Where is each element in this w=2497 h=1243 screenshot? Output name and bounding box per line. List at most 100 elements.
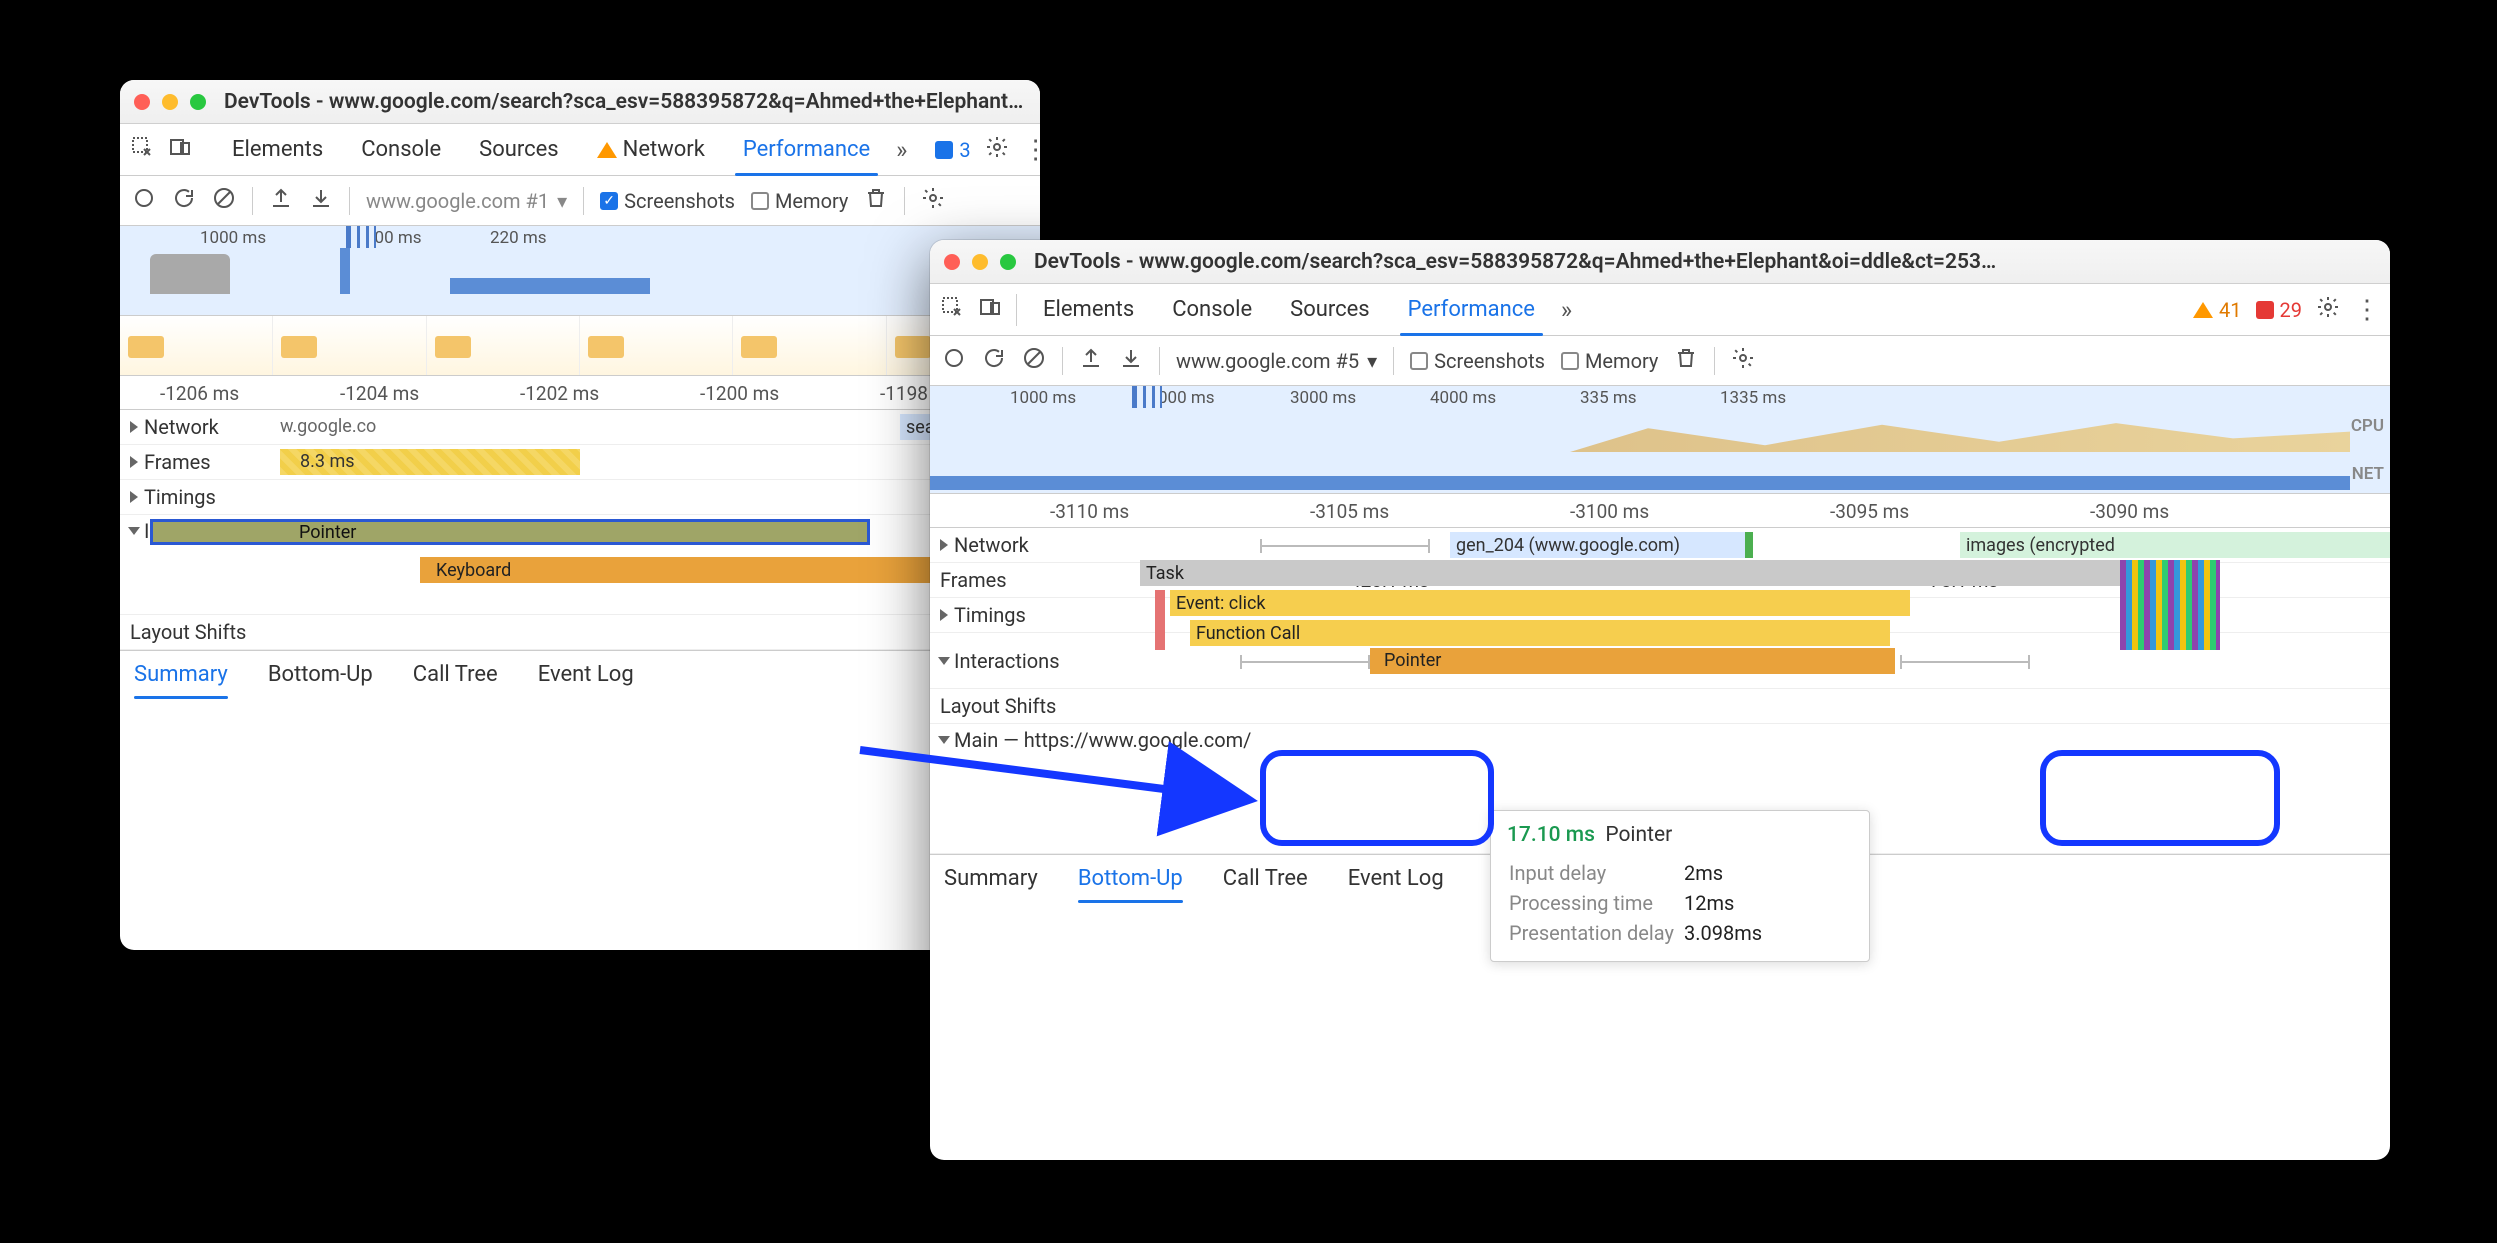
toolbar-gear-icon[interactable] bbox=[921, 186, 945, 215]
interaction-tooltip: 17.10 ms Pointer Input delay2ms Processi… bbox=[1490, 810, 1870, 962]
tab-sources[interactable]: Sources bbox=[1278, 284, 1382, 335]
close-icon[interactable] bbox=[944, 254, 960, 270]
tab-bottomup[interactable]: Bottom-Up bbox=[268, 662, 373, 687]
track-network[interactable]: Network gen_204 (www.google.com) images … bbox=[930, 528, 2390, 563]
detail-tabs: Summary Bottom-Up Call Tree Event Log bbox=[120, 650, 1040, 698]
warning-icon bbox=[597, 142, 617, 158]
tab-network[interactable]: Network bbox=[585, 124, 717, 175]
screenshots-checkbox[interactable]: ✓Screenshots bbox=[600, 189, 735, 213]
flame-task[interactable]: Task bbox=[1140, 560, 2220, 586]
zoom-icon[interactable] bbox=[1000, 254, 1016, 270]
flame-function-call[interactable]: Function Call bbox=[1190, 620, 1890, 646]
warnings-badge[interactable]: 41 bbox=[2193, 298, 2241, 322]
tab-elements[interactable]: Elements bbox=[220, 124, 335, 175]
checkbox-icon bbox=[751, 192, 769, 210]
tracks-panel: Network w.google.co search (www Frames 8… bbox=[120, 410, 1040, 650]
tab-sources[interactable]: Sources bbox=[467, 124, 571, 175]
tab-eventlog[interactable]: Event Log bbox=[1348, 866, 1444, 891]
more-tabs-icon[interactable]: » bbox=[1561, 296, 1572, 324]
issues-badge[interactable]: 3 bbox=[935, 138, 970, 162]
tab-summary[interactable]: Summary bbox=[134, 662, 228, 687]
trash-icon[interactable] bbox=[864, 186, 888, 215]
tab-bottomup[interactable]: Bottom-Up bbox=[1078, 866, 1183, 891]
upload-icon[interactable] bbox=[1079, 346, 1103, 375]
device-toggle-icon[interactable] bbox=[168, 135, 192, 165]
devtools-window-a: DevTools - www.google.com/search?sca_esv… bbox=[120, 80, 1040, 950]
tab-eventlog[interactable]: Event Log bbox=[538, 662, 634, 687]
time-ruler[interactable]: -1206 ms -1204 ms -1202 ms -1200 ms -119… bbox=[120, 376, 1040, 410]
download-icon[interactable] bbox=[1119, 346, 1143, 375]
trash-icon[interactable] bbox=[1674, 346, 1698, 375]
minimize-icon[interactable] bbox=[972, 254, 988, 270]
download-icon[interactable] bbox=[309, 186, 333, 215]
record-icon[interactable] bbox=[132, 186, 156, 215]
more-tabs-icon[interactable]: » bbox=[896, 136, 907, 164]
chevron-down-icon: ▾ bbox=[557, 189, 567, 213]
track-frames[interactable]: Frames 8.3 ms bbox=[120, 445, 1040, 480]
profile-selector[interactable]: www.google.com #5 ▾ bbox=[1176, 349, 1377, 373]
reload-icon[interactable] bbox=[172, 186, 196, 215]
tab-console[interactable]: Console bbox=[1160, 284, 1264, 335]
tab-elements[interactable]: Elements bbox=[1031, 284, 1146, 335]
tab-calltree[interactable]: Call Tree bbox=[413, 662, 498, 687]
gear-icon[interactable] bbox=[2316, 295, 2340, 325]
checkbox-icon: ✓ bbox=[600, 192, 618, 210]
overview-timeline[interactable]: 1000 ms 000 ms 3000 ms 4000 ms 335 ms 13… bbox=[930, 386, 2390, 494]
track-timings[interactable]: Timings bbox=[120, 480, 1040, 515]
perf-toolbar: www.google.com #5 ▾ Screenshots Memory bbox=[930, 336, 2390, 386]
issues-icon bbox=[935, 141, 953, 159]
zoom-icon[interactable] bbox=[190, 94, 206, 110]
track-layout-shifts[interactable]: Layout Shifts bbox=[930, 689, 2390, 724]
chevron-down-icon: ▾ bbox=[1367, 349, 1377, 373]
memory-checkbox[interactable]: Memory bbox=[1561, 349, 1658, 373]
traffic-lights[interactable] bbox=[134, 94, 206, 110]
filmstrip[interactable] bbox=[120, 316, 1040, 376]
interaction-pointer-bar[interactable]: Pointer bbox=[150, 519, 870, 545]
device-toggle-icon[interactable] bbox=[978, 295, 1002, 325]
toolbar-gear-icon[interactable] bbox=[1731, 346, 1755, 375]
reload-icon[interactable] bbox=[982, 346, 1006, 375]
errors-badge[interactable]: 29 bbox=[2256, 298, 2302, 322]
clear-icon[interactable] bbox=[1022, 346, 1046, 375]
panel-tabs: Elements Console Sources Performance » 4… bbox=[930, 284, 2390, 336]
screenshots-checkbox[interactable]: Screenshots bbox=[1410, 349, 1545, 373]
time-ruler[interactable]: -3110 ms -3105 ms -3100 ms -3095 ms -309… bbox=[930, 494, 2390, 528]
tracks-panel: Network gen_204 (www.google.com) images … bbox=[930, 528, 2390, 854]
kebab-icon[interactable]: ⋮ bbox=[2354, 295, 2380, 325]
network-bar-2[interactable]: images (encrypted bbox=[1960, 532, 2390, 558]
kebab-icon[interactable]: ⋮ bbox=[1023, 135, 1040, 165]
track-layout-shifts[interactable]: Layout Shifts bbox=[120, 615, 1040, 650]
upload-icon[interactable] bbox=[269, 186, 293, 215]
tab-performance[interactable]: Performance bbox=[1396, 284, 1547, 335]
gear-icon[interactable] bbox=[985, 135, 1009, 165]
overview-timeline[interactable]: 1000 ms 000 ms 220 ms bbox=[120, 226, 1040, 316]
inspect-icon[interactable] bbox=[130, 135, 154, 165]
tab-calltree[interactable]: Call Tree bbox=[1223, 866, 1308, 891]
memory-checkbox[interactable]: Memory bbox=[751, 189, 848, 213]
profile-selector[interactable]: www.google.com #1 ▾ bbox=[366, 189, 567, 213]
devtools-window-b: DevTools - www.google.com/search?sca_esv… bbox=[930, 240, 2390, 1160]
track-network[interactable]: Network w.google.co search (www bbox=[120, 410, 1040, 445]
minimize-icon[interactable] bbox=[162, 94, 178, 110]
traffic-lights[interactable] bbox=[944, 254, 1016, 270]
network-bar[interactable]: gen_204 (www.google.com) bbox=[1450, 532, 1750, 558]
track-interactions[interactable]: Interactions Pointer Keyboard bbox=[120, 515, 1040, 615]
window-title: DevTools - www.google.com/search?sca_esv… bbox=[224, 90, 1026, 114]
close-icon[interactable] bbox=[134, 94, 150, 110]
record-icon[interactable] bbox=[942, 346, 966, 375]
panel-tabs: Elements Console Sources Network Perform… bbox=[120, 124, 1040, 176]
flame-event-click[interactable]: Event: click bbox=[1170, 590, 1910, 616]
titlebar[interactable]: DevTools - www.google.com/search?sca_esv… bbox=[120, 80, 1040, 124]
warning-icon bbox=[2193, 302, 2213, 318]
window-title: DevTools - www.google.com/search?sca_esv… bbox=[1034, 250, 2376, 274]
clear-icon[interactable] bbox=[212, 186, 236, 215]
titlebar[interactable]: DevTools - www.google.com/search?sca_esv… bbox=[930, 240, 2390, 284]
tab-summary[interactable]: Summary bbox=[944, 866, 1038, 891]
error-icon bbox=[2256, 301, 2274, 319]
checkbox-icon bbox=[1410, 352, 1428, 370]
tab-console[interactable]: Console bbox=[349, 124, 453, 175]
checkbox-icon bbox=[1561, 352, 1579, 370]
inspect-icon[interactable] bbox=[940, 295, 964, 325]
perf-toolbar: www.google.com #1 ▾ ✓Screenshots Memory bbox=[120, 176, 1040, 226]
tab-performance[interactable]: Performance bbox=[731, 124, 882, 175]
